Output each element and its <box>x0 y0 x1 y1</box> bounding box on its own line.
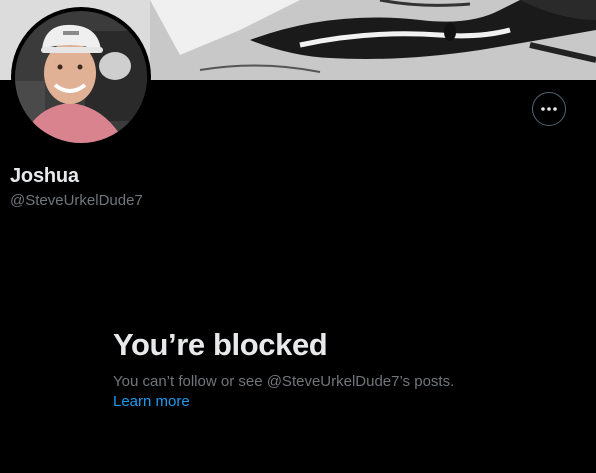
profile-handle: @SteveUrkelDude7 <box>10 192 143 209</box>
blocked-notice: You’re blocked You can’t follow or see @… <box>113 326 533 412</box>
blocked-message: You can’t follow or see @SteveUrkelDude7… <box>113 373 455 390</box>
more-options-button[interactable] <box>532 92 566 126</box>
profile-avatar[interactable] <box>11 7 151 147</box>
avatar-photo <box>15 11 147 143</box>
more-horizontal-icon <box>541 107 557 111</box>
profile-display-name: Joshua <box>10 165 79 187</box>
blocked-title: You’re blocked <box>113 327 328 362</box>
learn-more-link[interactable]: Learn more <box>113 392 190 412</box>
